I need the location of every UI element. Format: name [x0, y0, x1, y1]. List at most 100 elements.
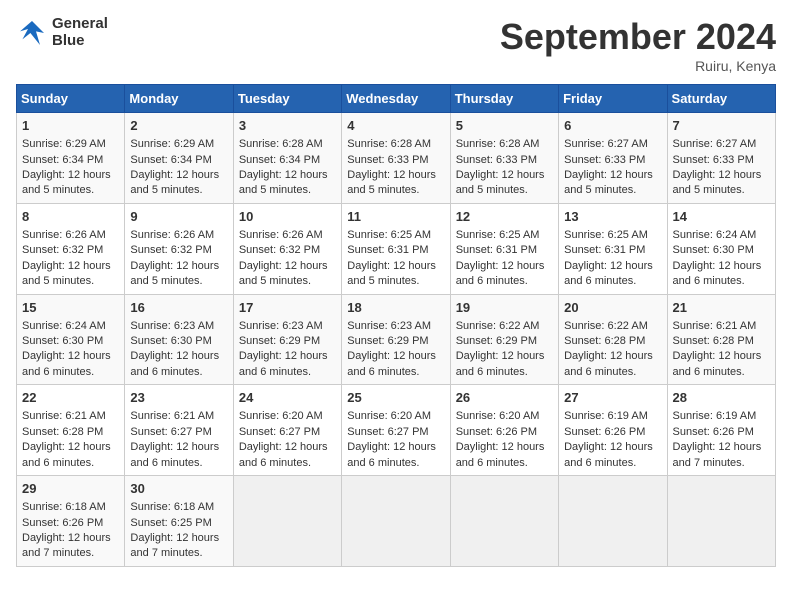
daylight-text: Daylight: 12 hours and 6 minutes.	[130, 441, 219, 468]
daylight-text: Daylight: 12 hours and 6 minutes.	[239, 441, 328, 468]
sunrise-text: Sunrise: 6:19 AM	[673, 410, 757, 422]
calendar-cell: 13Sunrise: 6:25 AMSunset: 6:31 PMDayligh…	[559, 203, 667, 294]
sunrise-text: Sunrise: 6:21 AM	[130, 410, 214, 422]
sunrise-text: Sunrise: 6:26 AM	[239, 229, 323, 241]
calendar-cell	[450, 476, 558, 567]
sunset-text: Sunset: 6:26 PM	[456, 426, 537, 438]
sunset-text: Sunset: 6:34 PM	[239, 154, 320, 166]
sunrise-text: Sunrise: 6:23 AM	[130, 320, 214, 332]
sunset-text: Sunset: 6:26 PM	[564, 426, 645, 438]
calendar-cell: 22Sunrise: 6:21 AMSunset: 6:28 PMDayligh…	[17, 385, 125, 476]
sunrise-text: Sunrise: 6:22 AM	[564, 320, 648, 332]
calendar-cell	[342, 476, 450, 567]
sunrise-text: Sunrise: 6:27 AM	[673, 138, 757, 150]
sunset-text: Sunset: 6:33 PM	[673, 154, 754, 166]
sunrise-text: Sunrise: 6:23 AM	[347, 320, 431, 332]
sunrise-text: Sunrise: 6:24 AM	[673, 229, 757, 241]
header-wednesday: Wednesday	[342, 85, 450, 113]
day-number: 24	[239, 389, 336, 407]
sunset-text: Sunset: 6:27 PM	[130, 426, 211, 438]
sunset-text: Sunset: 6:32 PM	[22, 244, 103, 256]
header-sunday: Sunday	[17, 85, 125, 113]
daylight-text: Daylight: 12 hours and 5 minutes.	[347, 260, 436, 287]
calendar-week-1: 1 Sunrise: 6:29 AM Sunset: 6:34 PM Daylight…	[17, 113, 776, 204]
day-number: 7	[673, 117, 770, 135]
sunset-text: Sunset: 6:29 PM	[347, 335, 428, 347]
logo: General Blue	[16, 16, 108, 49]
calendar-cell: 26Sunrise: 6:20 AMSunset: 6:26 PMDayligh…	[450, 385, 558, 476]
sunrise-text: Sunrise: 6:20 AM	[347, 410, 431, 422]
calendar-cell: 19Sunrise: 6:22 AMSunset: 6:29 PMDayligh…	[450, 294, 558, 385]
page-header: General Blue September 2024 Ruiru, Kenya	[16, 16, 776, 74]
calendar-cell: 6 Sunrise: 6:27 AM Sunset: 6:33 PM Daylight…	[559, 113, 667, 204]
sunrise-text: Sunrise: 6:25 AM	[456, 229, 540, 241]
calendar-cell: 1Sunrise: 6:29 AMSunset: 6:34 PMDaylight…	[17, 113, 125, 204]
sunset-text: Sunset: 6:29 PM	[456, 335, 537, 347]
day-number: 3	[239, 117, 336, 135]
day-number: 11	[347, 208, 444, 226]
daylight-text: Daylight: 12 hours and 5 minutes.	[130, 260, 219, 287]
calendar-cell: 11Sunrise: 6:25 AMSunset: 6:31 PMDayligh…	[342, 203, 450, 294]
sunrise-text: Sunrise: 6:18 AM	[130, 501, 214, 513]
calendar-cell: 14Sunrise: 6:24 AMSunset: 6:30 PMDayligh…	[667, 203, 775, 294]
calendar-body: 1 Sunrise: 6:29 AM Sunset: 6:34 PM Daylight…	[17, 113, 776, 567]
calendar-cell	[667, 476, 775, 567]
daylight-text: Daylight: 12 hours and 6 minutes.	[564, 350, 653, 377]
calendar-cell: 17Sunrise: 6:23 AMSunset: 6:29 PMDayligh…	[233, 294, 341, 385]
daylight-text: Daylight: 12 hours and 7 minutes.	[22, 532, 111, 559]
calendar-cell: 5Sunrise: 6:28 AMSunset: 6:33 PMDaylight…	[450, 113, 558, 204]
day-number: 15	[22, 299, 119, 317]
sunset-text: Sunset: 6:26 PM	[22, 517, 103, 529]
day-number: 1	[22, 117, 119, 135]
sunset-text: Sunset: 6:28 PM	[564, 335, 645, 347]
sunrise-text: Sunrise: 6:20 AM	[239, 410, 323, 422]
sunrise-text: Sunrise: 6:21 AM	[673, 320, 757, 332]
day-number: 17	[239, 299, 336, 317]
header-tuesday: Tuesday	[233, 85, 341, 113]
sunset-text: Sunset: 6:33 PM	[564, 154, 645, 166]
calendar-cell: 10Sunrise: 6:26 AMSunset: 6:32 PMDayligh…	[233, 203, 341, 294]
calendar-cell: 21Sunrise: 6:21 AMSunset: 6:28 PMDayligh…	[667, 294, 775, 385]
calendar-cell: 3Sunrise: 6:28 AMSunset: 6:34 PMDaylight…	[233, 113, 341, 204]
calendar-week-3: 15Sunrise: 6:24 AMSunset: 6:30 PMDayligh…	[17, 294, 776, 385]
daylight-text: Daylight: 12 hours and 5 minutes.	[564, 169, 653, 196]
day-number: 6	[564, 117, 661, 135]
daylight-text: Daylight: 12 hours and 5 minutes.	[239, 169, 328, 196]
day-number: 19	[456, 299, 553, 317]
day-number: 20	[564, 299, 661, 317]
calendar-week-4: 22Sunrise: 6:21 AMSunset: 6:28 PMDayligh…	[17, 385, 776, 476]
sunrise-text: Sunrise: 6:29 AM	[130, 138, 214, 150]
calendar-cell: 18Sunrise: 6:23 AMSunset: 6:29 PMDayligh…	[342, 294, 450, 385]
daylight-text: Daylight: 12 hours and 6 minutes.	[22, 350, 111, 377]
daylight-text: Daylight: 12 hours and 6 minutes.	[673, 260, 762, 287]
sunset-text: Sunset: 6:34 PM	[130, 154, 211, 166]
sunset-text: Sunset: 6:27 PM	[347, 426, 428, 438]
calendar-cell: 16Sunrise: 6:23 AMSunset: 6:30 PMDayligh…	[125, 294, 233, 385]
calendar-week-5: 29Sunrise: 6:18 AMSunset: 6:26 PMDayligh…	[17, 476, 776, 567]
day-number: 22	[22, 389, 119, 407]
day-number: 8	[22, 208, 119, 226]
sunset-text: Sunset: 6:30 PM	[22, 335, 103, 347]
sunset-text: Sunset: 6:27 PM	[239, 426, 320, 438]
header-row: Sunday Monday Tuesday Wednesday Thursday…	[17, 85, 776, 113]
logo-text: General Blue	[52, 16, 108, 49]
daylight-text: Daylight: 12 hours and 6 minutes.	[347, 350, 436, 377]
calendar-cell	[233, 476, 341, 567]
calendar-cell: 20 Sunrise: 6:22 AM Sunset: 6:28 PM Dayligh…	[559, 294, 667, 385]
sunrise-text: Sunrise: 6:28 AM	[347, 138, 431, 150]
day-number: 26	[456, 389, 553, 407]
calendar-cell: 23Sunrise: 6:21 AMSunset: 6:27 PMDayligh…	[125, 385, 233, 476]
sunset-text: Sunset: 6:34 PM	[22, 154, 103, 166]
calendar-cell: 9Sunrise: 6:26 AMSunset: 6:32 PMDaylight…	[125, 203, 233, 294]
daylight-text: Daylight: 12 hours and 6 minutes.	[130, 350, 219, 377]
calendar-cell: 4Sunrise: 6:28 AMSunset: 6:33 PMDaylight…	[342, 113, 450, 204]
calendar-cell: 15Sunrise: 6:24 AMSunset: 6:30 PMDayligh…	[17, 294, 125, 385]
daylight-text: Daylight: 12 hours and 5 minutes.	[456, 169, 545, 196]
daylight-text: Daylight: 12 hours and 5 minutes.	[22, 169, 111, 196]
sunrise-text: Sunrise: 6:23 AM	[239, 320, 323, 332]
daylight-text: Daylight: 12 hours and 6 minutes.	[239, 350, 328, 377]
header-saturday: Saturday	[667, 85, 775, 113]
sunrise-text: Sunrise: 6:27 AM	[564, 138, 648, 150]
sunset-text: Sunset: 6:31 PM	[456, 244, 537, 256]
day-number: 27	[564, 389, 661, 407]
